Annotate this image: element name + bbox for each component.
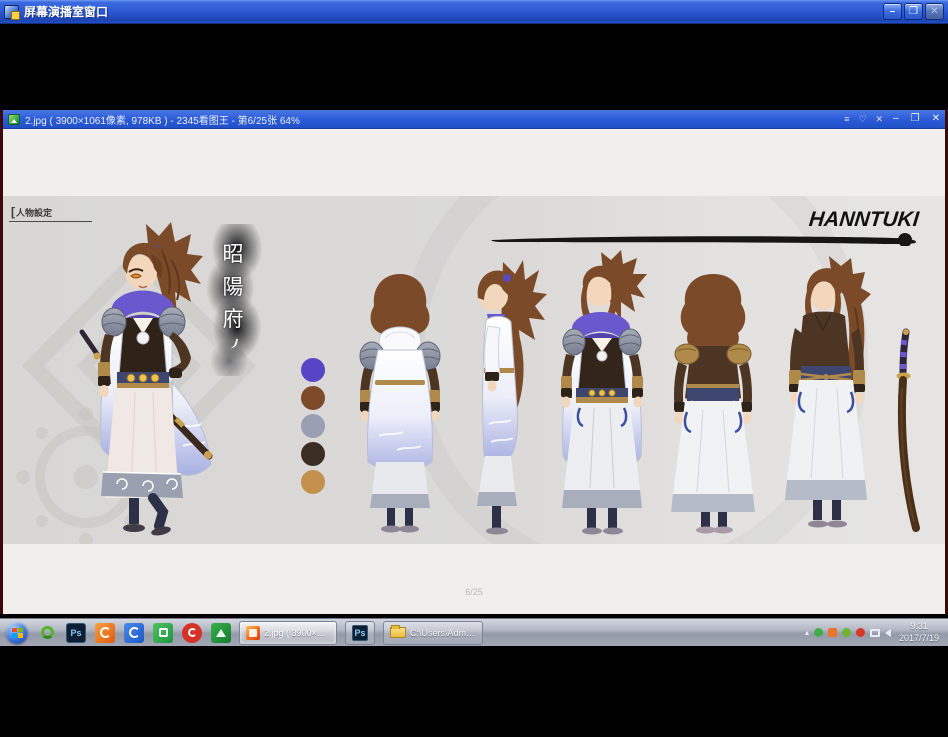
tray-network-icon[interactable] xyxy=(869,628,880,637)
screen: 屏幕演播室窗口 – ❐ ✕ 2.jpg ( 3900×1061像素, 978KB… xyxy=(0,0,948,737)
task-button-photoshop[interactable]: Ps xyxy=(345,620,375,645)
pinned-icon-green-chart[interactable] xyxy=(211,622,231,643)
sheet-header-text: 人物設定 xyxy=(16,208,53,218)
folder-icon xyxy=(390,625,406,638)
page-indicator: 6/25 xyxy=(465,587,483,597)
palette-swatch xyxy=(301,358,325,382)
start-button[interactable] xyxy=(6,621,28,644)
viewer-task-icon xyxy=(246,625,260,640)
pinned-icon-green-app[interactable] xyxy=(153,622,173,643)
palette-swatch xyxy=(301,414,325,438)
task-button-image-viewer[interactable]: 2.jpg ( 3900×10... xyxy=(239,620,337,645)
katana-prop xyxy=(885,328,923,538)
image-viewer-window: 2.jpg ( 3900×1061像素, 978KB ) - 2345看图王 -… xyxy=(0,110,948,614)
viewer-menu-icon[interactable]: ≡ xyxy=(844,114,849,124)
taskbar-clock[interactable]: 9:31 2017/7/19 xyxy=(897,621,945,644)
turnaround-front-brown xyxy=(771,254,883,538)
brush-stroke-line xyxy=(491,233,916,246)
turnaround-side-robe xyxy=(451,258,551,538)
viewer-maximize-button[interactable]: ❐ xyxy=(911,114,920,124)
clock-date: 2017/7/19 xyxy=(898,632,939,643)
pinned-icon-green-ring[interactable] xyxy=(37,623,57,643)
character-sheet-image: [人物設定 HANNTUKI 昭 陽 府 xyxy=(3,196,945,544)
viewer-title: 2.jpg ( 3900×1061像素, 978KB ) - 2345看图王 -… xyxy=(25,115,300,127)
studio-window-icon xyxy=(4,4,20,20)
explorer-task-label: C:\Users\Admini... xyxy=(410,627,476,638)
pinned-icon-orange-browser[interactable] xyxy=(95,622,115,643)
sheet-header-bracket: [ xyxy=(11,205,15,219)
task-button-explorer[interactable]: C:\Users\Admini... xyxy=(383,620,483,645)
viewer-app-icon xyxy=(8,113,20,125)
palette-swatch xyxy=(301,470,325,494)
turnaround-back-robe xyxy=(345,268,455,536)
tray-expand-icon[interactable]: ▴ xyxy=(805,628,809,637)
viewer-titlebar[interactable]: 2.jpg ( 3900×1061像素, 978KB ) - 2345看图王 -… xyxy=(3,110,945,129)
viewer-favorite-icon[interactable]: ♡ xyxy=(858,114,866,124)
viewer-exit-icon[interactable]: ✕ xyxy=(876,114,884,124)
tray-volume-icon[interactable] xyxy=(884,628,891,637)
viewer-canvas: [人物設定 HANNTUKI 昭 陽 府 6/25 xyxy=(3,129,945,614)
windows-flag-icon xyxy=(11,627,23,638)
studio-window-titlebar[interactable]: 屏幕演播室窗口 – ❐ ✕ xyxy=(0,0,948,24)
palette-swatch xyxy=(301,386,325,410)
taskbar: Ps 2.jpg ( 3900×10... Ps C:\Users\Admini… xyxy=(0,618,948,646)
viewer-task-label: 2.jpg ( 3900×10... xyxy=(264,627,330,638)
studio-close-button[interactable]: ✕ xyxy=(925,3,944,20)
color-palette xyxy=(301,358,325,494)
viewer-minimize-button[interactable]: – xyxy=(893,114,899,124)
pinned-icon-blue-browser[interactable] xyxy=(124,622,144,643)
main-character-illustration xyxy=(51,220,243,542)
pinned-icon-photoshop[interactable]: Ps xyxy=(66,622,86,643)
tray-sync-icon[interactable] xyxy=(841,628,851,637)
tray-alert-icon[interactable] xyxy=(855,628,865,637)
tray-shield-icon[interactable] xyxy=(813,628,823,637)
pinned-icon-red-music[interactable] xyxy=(182,622,202,643)
studio-restore-button[interactable]: ❐ xyxy=(904,3,923,20)
studio-minimize-button[interactable]: – xyxy=(883,3,902,20)
artist-signature: HANNTUKI xyxy=(808,208,921,231)
turnaround-back-brown xyxy=(657,270,769,536)
palette-swatch xyxy=(301,442,325,466)
clock-time: 9:31 xyxy=(910,621,928,632)
turnaround-front-full xyxy=(545,250,659,538)
studio-window-title: 屏幕演播室窗口 xyxy=(24,5,109,19)
tray-update-icon[interactable] xyxy=(827,628,837,637)
system-tray: ▴ xyxy=(805,628,891,637)
viewer-close-button[interactable]: ✕ xyxy=(932,114,940,124)
photoshop-task-icon: Ps xyxy=(352,624,368,641)
